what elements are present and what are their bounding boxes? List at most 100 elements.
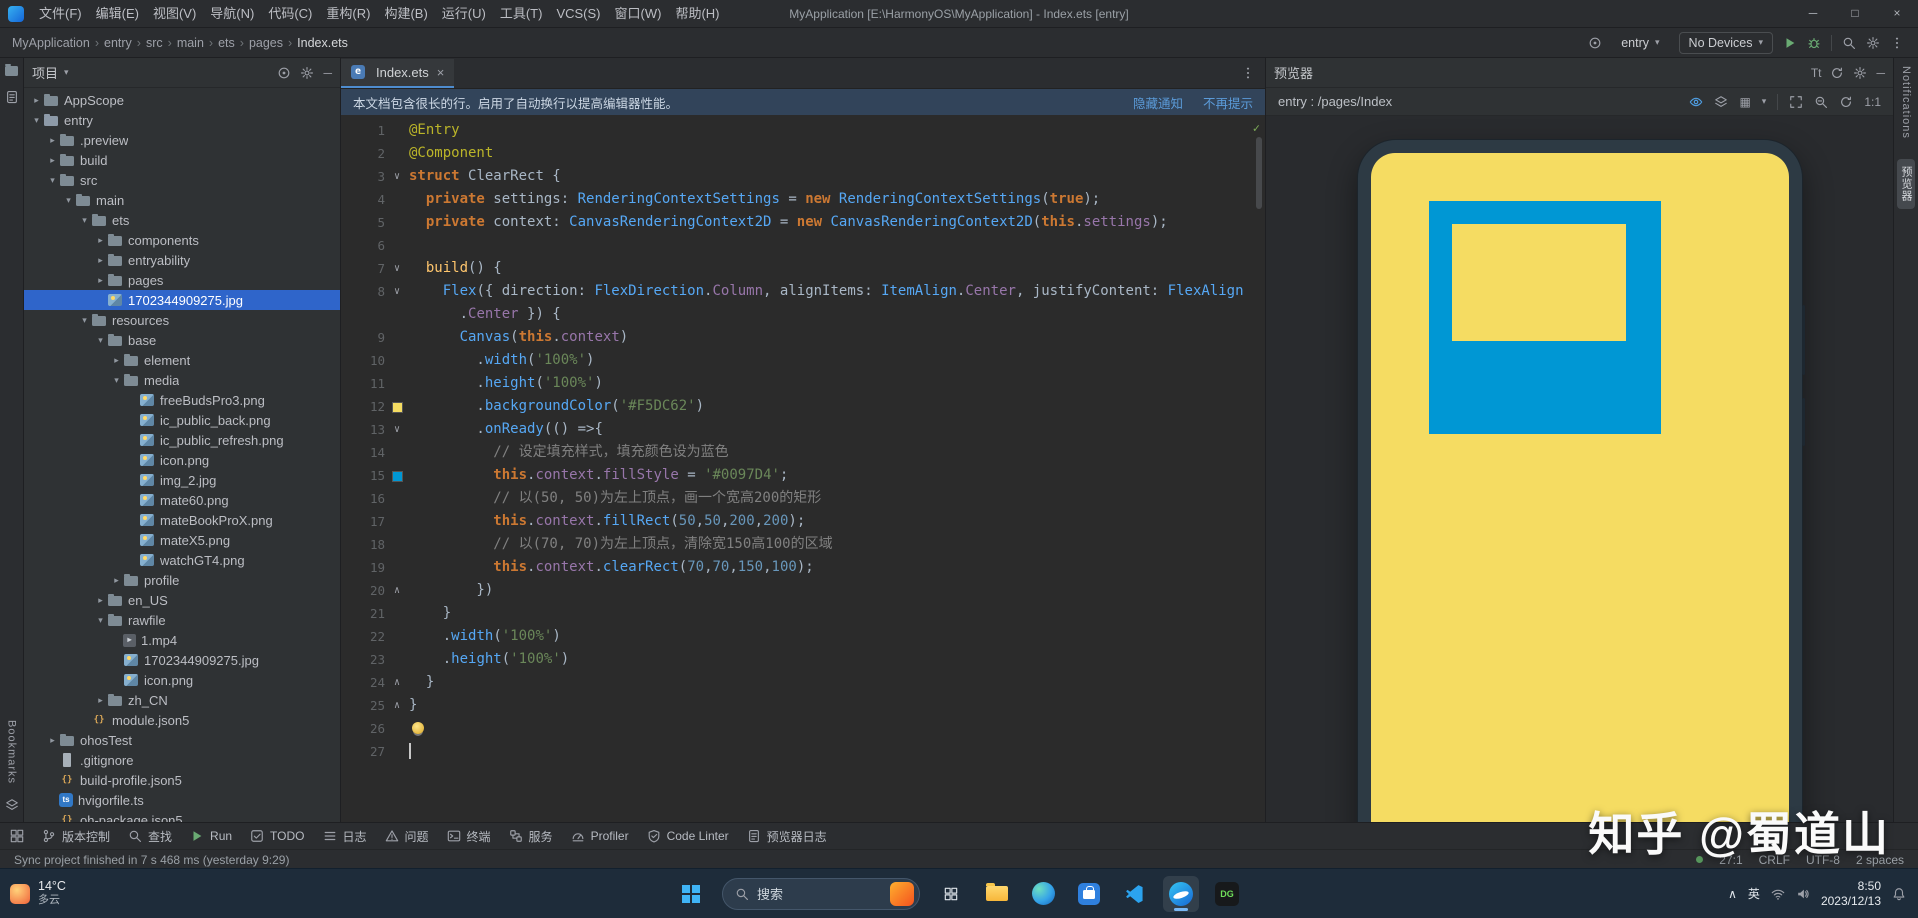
tree-item[interactable]: ic_public_back.png — [24, 410, 340, 430]
close-button[interactable]: × — [1876, 0, 1918, 27]
locate-icon[interactable] — [1588, 36, 1602, 50]
code-line[interactable]: 21 } — [341, 602, 1265, 625]
hide-previewer-icon[interactable]: ─ — [1876, 66, 1885, 80]
fold-icon[interactable]: ∨ — [385, 280, 409, 303]
tab-index-ets[interactable]: e Index.ets × — [341, 58, 455, 88]
tab-options-icon[interactable] — [1241, 66, 1255, 80]
grid-view-icon[interactable]: ▦ — [1739, 95, 1750, 109]
previewer-settings-icon[interactable] — [1853, 66, 1867, 80]
debug-button[interactable] — [1807, 36, 1821, 50]
code-line[interactable]: 25 ∧} — [341, 694, 1265, 717]
menu-item[interactable]: VCS(S) — [549, 0, 607, 27]
chevron-down-icon[interactable]: ▾ — [62, 195, 75, 206]
previewer-stripe-tab[interactable]: 预览器 — [1897, 158, 1915, 209]
tree-item[interactable]: freeBudsPro3.png — [24, 390, 340, 410]
chevron-right-icon[interactable]: ▸ — [30, 95, 43, 106]
tree-item[interactable]: ▾ src — [24, 170, 340, 190]
tree-item[interactable]: ▸ build — [24, 150, 340, 170]
menu-item[interactable]: 文件(F) — [32, 0, 89, 27]
code-line[interactable]: 17 this.context.fillRect(50,50,200,200); — [341, 510, 1265, 533]
module-select[interactable]: entry ▾ — [1612, 33, 1668, 53]
tree-item[interactable]: {} oh-package.json5 — [24, 810, 340, 823]
editor-scrollbar[interactable] — [1256, 137, 1262, 209]
tool-window-button[interactable]: 问题 — [385, 828, 429, 845]
refresh-icon[interactable] — [1830, 66, 1844, 80]
chevron-right-icon[interactable]: ▸ — [110, 575, 123, 586]
tree-item[interactable]: ▾ base — [24, 330, 340, 350]
fit-screen-icon[interactable] — [1789, 95, 1803, 109]
tray-expand-icon[interactable]: ∧ — [1728, 887, 1737, 901]
tree-item[interactable]: ts hvigorfile.ts — [24, 790, 340, 810]
breadcrumb-item[interactable]: src — [146, 36, 163, 50]
explorer-app-icon[interactable] — [979, 876, 1015, 912]
tree-item[interactable]: mateBookProX.png — [24, 510, 340, 530]
deveco-app-icon[interactable] — [1163, 875, 1199, 912]
chevron-down-icon[interactable]: ▾ — [30, 115, 43, 126]
breadcrumb-item[interactable]: MyApplication — [12, 36, 90, 50]
bottom-stripe-icon[interactable] — [5, 798, 19, 812]
chevron-down-icon[interactable]: ▾ — [1762, 96, 1767, 107]
tree-item[interactable]: icon.png — [24, 670, 340, 690]
vscode-app-icon[interactable] — [1117, 876, 1153, 912]
tree-item[interactable]: ▾ media — [24, 370, 340, 390]
project-stripe-icon[interactable] — [5, 64, 18, 76]
hide-panel-icon[interactable]: ─ — [323, 66, 332, 80]
chevron-right-icon[interactable]: ▸ — [94, 235, 107, 246]
menu-item[interactable]: 重构(R) — [319, 0, 377, 27]
code-line[interactable]: 6 — [341, 234, 1265, 257]
code-line[interactable]: 12 .backgroundColor('#F5DC62') — [341, 395, 1265, 418]
code-line[interactable]: .Center }) { — [341, 303, 1265, 326]
chevron-down-icon[interactable]: ▾ — [46, 175, 59, 186]
fold-icon[interactable]: ∨ — [385, 418, 409, 441]
code-line[interactable]: 26 — [341, 717, 1265, 740]
tree-item[interactable]: ▸ .preview — [24, 130, 340, 150]
more-icon[interactable] — [1890, 36, 1904, 50]
fold-icon[interactable]: ∧ — [385, 694, 409, 717]
tree-item[interactable]: img_2.jpg — [24, 470, 340, 490]
preview-screen[interactable] — [1370, 153, 1789, 822]
menu-item[interactable]: 工具(T) — [493, 0, 550, 27]
dont-show-again-link[interactable]: 不再提示 — [1203, 93, 1253, 112]
close-tab-icon[interactable]: × — [437, 65, 445, 80]
font-size-icon[interactable]: Tt — [1811, 66, 1822, 80]
code-line[interactable]: 7 ∨ build() { — [341, 257, 1265, 280]
tool-window-button[interactable]: 终端 — [447, 828, 491, 845]
chevron-right-icon[interactable]: ▸ — [94, 275, 107, 286]
fold-icon[interactable]: ∧ — [385, 671, 409, 694]
code-line[interactable]: 20 ∧ }) — [341, 579, 1265, 602]
component-tree-icon[interactable] — [1714, 95, 1728, 109]
notifications-stripe-tab[interactable]: Notifications — [1900, 66, 1912, 139]
code-line[interactable]: 2 @Component — [341, 142, 1265, 165]
code-line[interactable]: 22 .width('100%') — [341, 625, 1265, 648]
fold-icon[interactable]: ∧ — [385, 579, 409, 602]
chevron-down-icon[interactable]: ▾ — [78, 215, 91, 226]
search-icon[interactable] — [1842, 36, 1856, 50]
inspection-ok-icon[interactable]: ✓ — [1253, 121, 1260, 135]
tree-item[interactable]: 1702344909275.jpg — [24, 650, 340, 670]
menu-item[interactable]: 窗口(W) — [608, 0, 669, 27]
chevron-right-icon[interactable]: ▸ — [94, 595, 107, 606]
tree-item[interactable]: ▸ AppScope — [24, 90, 340, 110]
wifi-icon[interactable] — [1771, 887, 1785, 901]
datagrip-app-icon[interactable]: DG — [1209, 876, 1245, 912]
code-line[interactable]: 5 private context: CanvasRenderingContex… — [341, 211, 1265, 234]
panel-settings-icon[interactable] — [300, 66, 314, 80]
tree-item[interactable]: ▸ element — [24, 350, 340, 370]
color-chip-gutter[interactable] — [385, 395, 409, 418]
tree-item[interactable]: icon.png — [24, 450, 340, 470]
project-panel-title[interactable]: 项目 — [32, 63, 58, 82]
taskview-app-icon[interactable] — [933, 876, 969, 912]
breadcrumb-item[interactable]: ets — [218, 36, 235, 50]
tree-item[interactable]: ▾ rawfile — [24, 610, 340, 630]
start-button[interactable] — [673, 876, 709, 912]
tool-window-button[interactable]: Code Linter — [647, 829, 729, 843]
code-line[interactable]: 14 // 设定填充样式，填充颜色设为蓝色 — [341, 441, 1265, 464]
store-app-icon[interactable] — [1071, 876, 1107, 912]
chevron-down-icon[interactable]: ▾ — [94, 615, 107, 626]
tool-window-button[interactable]: TODO — [250, 829, 305, 843]
chevron-down-icon[interactable]: ▾ — [94, 335, 107, 346]
fold-icon[interactable]: ∨ — [385, 165, 409, 188]
menu-item[interactable]: 运行(U) — [435, 0, 493, 27]
code-line[interactable]: 13 ∨ .onReady(() =>{ — [341, 418, 1265, 441]
edge-app-icon[interactable] — [1025, 876, 1061, 912]
